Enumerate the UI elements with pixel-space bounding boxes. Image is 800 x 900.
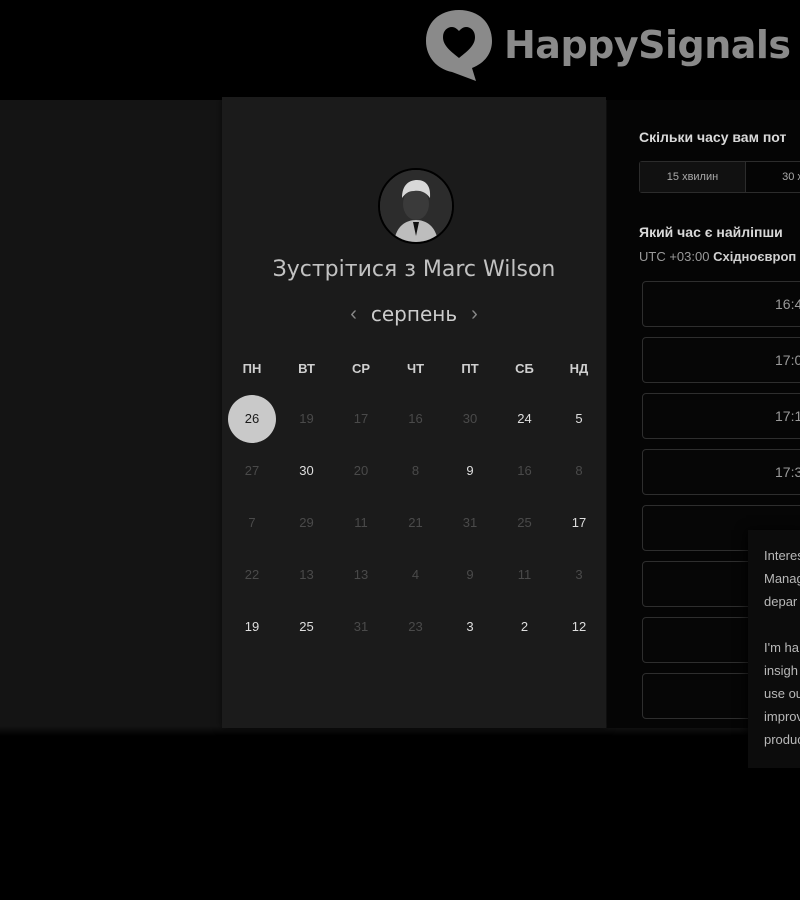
booking-title: Зустрітися з Marc Wilson (272, 257, 556, 282)
calendar-day[interactable]: 5 (555, 395, 603, 443)
duration-15-button[interactable]: 15 хвилин (640, 162, 746, 192)
calendar-day[interactable]: 9 (446, 447, 494, 495)
calendar-day[interactable]: 12 (555, 603, 603, 651)
avatar (378, 168, 454, 244)
time-slot-label: 16:4 (775, 296, 800, 312)
heart-speech-bubble-icon (426, 10, 492, 81)
happysignals-logo: HappySignals (424, 8, 791, 82)
chevron-right-icon[interactable]: › (471, 303, 478, 326)
calendar-day: 31 (353, 619, 369, 634)
weekday-label: НД (569, 361, 589, 376)
chat-line: improv (764, 709, 800, 724)
chat-popup[interactable]: Interes Manag depar I'm ha insigh use ou impro… (748, 530, 800, 768)
calendar-day: 13 (353, 567, 369, 582)
calendar-day: 27 (244, 463, 260, 478)
weekday-label: ЧТ (406, 361, 425, 376)
brand-name: HappySignals (504, 23, 791, 67)
chat-line: use ou (764, 686, 800, 701)
chat-line: produc (764, 732, 800, 747)
weekday-label: ПН (242, 361, 262, 376)
calendar-day: 4 (411, 567, 420, 582)
calendar-day: 30 (462, 411, 478, 426)
weekday-label: СР (351, 361, 371, 376)
chat-line: Manag (764, 571, 800, 586)
calendar-day: 11 (354, 515, 368, 530)
calendar-day: 9 (466, 567, 474, 582)
time-slot-label: 17:0 (775, 352, 800, 368)
calendar-day[interactable]: 3 (446, 603, 494, 651)
calendar-day-selected[interactable]: 26 (228, 395, 276, 443)
current-month: серпень (370, 302, 458, 326)
chat-line: Interes (764, 548, 800, 563)
time-slot-button[interactable]: 16:4 (642, 281, 800, 327)
weekday-label: СБ (515, 361, 534, 376)
chat-line: I'm ha (764, 640, 799, 655)
calendar-day: 13 (299, 567, 314, 582)
duration-question: Скільки часу вам пот (639, 129, 787, 145)
time-question: Який час є найліпши (639, 224, 783, 240)
person-photo (380, 170, 452, 242)
time-slot-label: 17:3 (775, 464, 800, 480)
calendar-day[interactable]: 17 (555, 499, 603, 547)
duration-30-button[interactable]: 30 хви (746, 162, 800, 192)
timezone-name[interactable]: Східноєвроп (713, 249, 796, 264)
calendar-day[interactable]: 2 (501, 603, 549, 651)
timezone-offset: UTC +03:00 (639, 249, 710, 264)
calendar-day: 22 (244, 567, 260, 582)
duration-selector: 15 хвилин 30 хви (639, 161, 800, 193)
chevron-left-icon[interactable]: ‹ (350, 303, 357, 326)
calendar-day: 8 (411, 463, 420, 478)
calendar-day: 16 (408, 411, 423, 426)
timezone-label: UTC +03:00 Східноєвроп (639, 249, 796, 264)
weekday-label: ПТ (461, 361, 479, 376)
time-slot-button[interactable]: 17:3 (642, 449, 800, 495)
calendar-day[interactable]: 19 (228, 603, 276, 651)
chat-line: insigh (764, 663, 798, 678)
calendar-day: 25 (517, 515, 532, 530)
calendar-day: 16 (517, 463, 532, 478)
time-slot-label: 17:1 (775, 408, 800, 424)
calendar-day: 7 (248, 515, 256, 530)
chat-line: depar (764, 594, 798, 609)
time-slot-button[interactable]: 17:0 (642, 337, 800, 383)
calendar-day: 31 (462, 515, 478, 530)
calendar-day: 11 (517, 567, 532, 582)
calendar-day: 29 (299, 515, 314, 530)
calendar-day[interactable]: 30 (283, 447, 331, 495)
calendar-day: 17 (353, 411, 369, 426)
time-slot-button[interactable]: 17:1 (642, 393, 800, 439)
calendar-day: 23 (408, 619, 423, 634)
calendar-day: 20 (353, 463, 369, 478)
weekday-label: ВТ (298, 361, 315, 376)
calendar-day[interactable]: 24 (501, 395, 549, 443)
calendar-card: Зустрітися з Marc Wilson ‹ серпень › ПН В… (222, 97, 606, 728)
calendar-day[interactable]: 25 (283, 603, 331, 651)
chat-message: Interes Manag depar I'm ha insigh use ou impro… (764, 544, 800, 751)
month-navigation: ‹ серпень › (222, 302, 606, 326)
calendar-day: 19 (299, 411, 314, 426)
calendar-day: 3 (575, 567, 583, 582)
calendar-day: 8 (575, 463, 583, 478)
calendar-day: 21 (408, 515, 423, 530)
